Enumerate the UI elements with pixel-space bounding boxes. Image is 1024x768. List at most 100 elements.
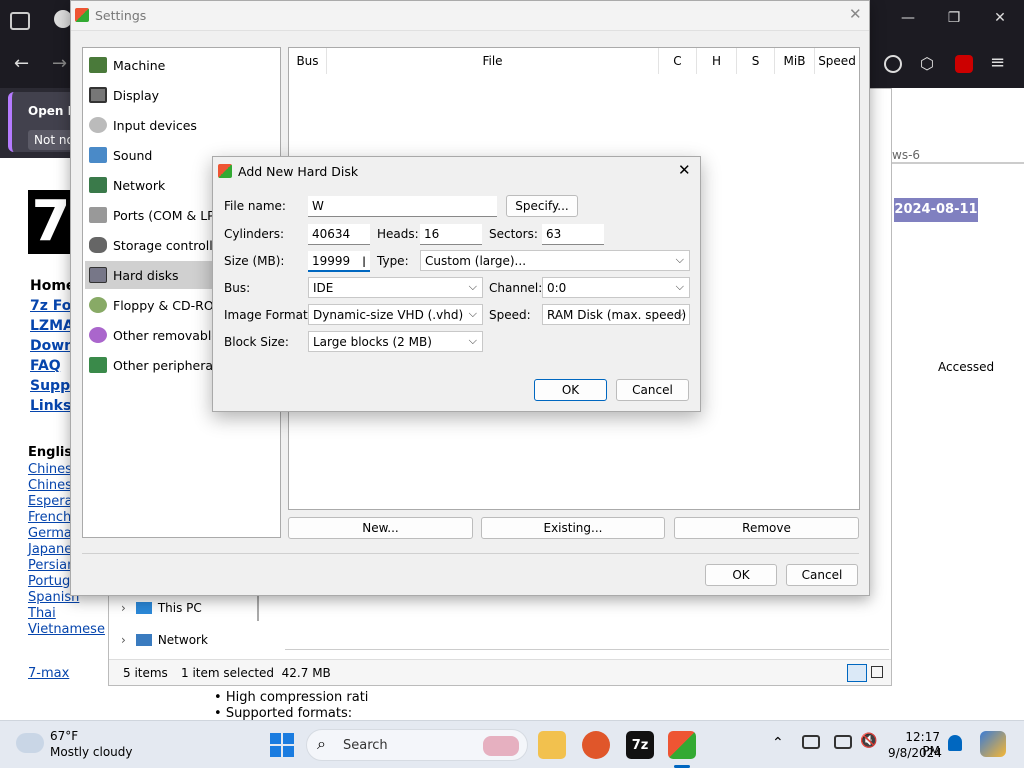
- account-icon[interactable]: [884, 55, 902, 73]
- weather-icon[interactable]: [16, 733, 44, 753]
- accessed-column-header[interactable]: Accessed: [938, 360, 994, 374]
- divider: [892, 162, 1024, 164]
- computer-icon: [135, 602, 152, 614]
- volume-muted-icon[interactable]: 🔇: [860, 733, 877, 749]
- start-icon[interactable]: [270, 733, 294, 757]
- background-window: ws-6 2024-08-11 B B B B Accessed: [870, 88, 1024, 720]
- clock-date[interactable]: 9/8/2024: [888, 746, 942, 760]
- weather-condition[interactable]: Mostly cloudy: [50, 745, 133, 759]
- tiles-view-icon[interactable]: [871, 666, 883, 678]
- weather-temp[interactable]: 67°F: [50, 729, 78, 743]
- sectors-input[interactable]: 63: [542, 224, 604, 245]
- block-size-select[interactable]: Large blocks (2 MB) ⌵: [308, 331, 483, 352]
- copilot-icon[interactable]: [980, 731, 1006, 757]
- status-item-count: 5 items: [123, 666, 168, 680]
- type-select[interactable]: Custom (large)... ⌵: [420, 250, 690, 271]
- column-s[interactable]: S: [737, 48, 775, 74]
- search-box[interactable]: ⌕ Search: [306, 729, 528, 761]
- chevron-down-icon: ⌵: [468, 334, 477, 347]
- chevron-down-icon: ⌵: [468, 280, 477, 293]
- channel-select[interactable]: 0:0 ⌵: [542, 277, 690, 298]
- dialog-close-icon[interactable]: ✕: [678, 161, 691, 179]
- ports-icon: [89, 207, 107, 223]
- lang-link[interactable]: Thai: [28, 606, 105, 622]
- display-tray-icon[interactable]: [802, 735, 820, 749]
- category-input-devices[interactable]: Input devices: [85, 111, 278, 139]
- search-placeholder: Search: [343, 738, 388, 753]
- extensions-icon[interactable]: ⬡: [920, 54, 934, 73]
- heads-label: Heads:: [377, 227, 419, 241]
- file-name-input[interactable]: W: [308, 196, 497, 217]
- app-icon: [218, 164, 232, 178]
- settings-ok-button[interactable]: OK: [705, 564, 777, 586]
- block-size-label: Block Size:: [224, 335, 289, 349]
- speed-select[interactable]: RAM Disk (max. speed) ⌵: [542, 304, 690, 325]
- add-disk-cancel-button[interactable]: Cancel: [616, 379, 689, 401]
- file-name-label: File name:: [224, 199, 286, 213]
- category-machine[interactable]: Machine: [85, 51, 278, 79]
- search-highlight-icon: [483, 736, 519, 756]
- hard-disk-icon: [89, 267, 107, 283]
- image-format-select[interactable]: Dynamic-size VHD (.vhd) ⌵: [308, 304, 483, 325]
- machine-icon: [89, 57, 107, 73]
- horizontal-scrollbar[interactable]: [285, 649, 889, 657]
- network-card-icon: [89, 177, 107, 193]
- sectors-label: Sectors:: [489, 227, 538, 241]
- removable-icon: [89, 327, 107, 343]
- firefox-icon[interactable]: [582, 731, 610, 759]
- lang-link[interactable]: Vietnamese: [28, 622, 105, 638]
- column-bus[interactable]: Bus: [289, 48, 327, 74]
- tree-item-this-pc[interactable]: › This PC: [121, 601, 202, 615]
- category-display[interactable]: Display: [85, 81, 278, 109]
- text-cursor-icon: I: [362, 255, 367, 271]
- status-bar: 5 items 1 item selected 42.7 MB: [109, 659, 891, 685]
- bottom-link[interactable]: 7-max: [28, 666, 69, 681]
- column-h[interactable]: H: [697, 48, 737, 74]
- notification-bell-icon[interactable]: [948, 735, 962, 751]
- file-explorer-icon[interactable]: [538, 731, 566, 759]
- settings-cancel-button[interactable]: Cancel: [786, 564, 858, 586]
- heads-input[interactable]: 16: [420, 224, 482, 245]
- new-disk-button[interactable]: New...: [288, 517, 473, 539]
- column-speed[interactable]: Speed: [815, 48, 859, 74]
- bus-select[interactable]: IDE ⌵: [308, 277, 483, 298]
- language-heading: Englis: [28, 445, 73, 460]
- ublock-icon[interactable]: [955, 55, 973, 73]
- chevron-right-icon[interactable]: ›: [121, 601, 126, 615]
- menu-icon[interactable]: ≡: [990, 52, 1005, 73]
- existing-disk-button[interactable]: Existing...: [481, 517, 665, 539]
- minimize-icon[interactable]: —: [898, 10, 918, 26]
- details-view-icon[interactable]: [847, 664, 867, 682]
- chevron-right-icon[interactable]: ›: [121, 633, 126, 647]
- cylinders-input[interactable]: 40634: [308, 224, 370, 245]
- cylinders-label: Cylinders:: [224, 227, 284, 241]
- feature-list: • High compression rati • Supported form…: [214, 690, 368, 722]
- forward-arrow-icon[interactable]: →: [52, 53, 67, 74]
- emulator-icon[interactable]: [668, 731, 696, 759]
- separator: [82, 553, 859, 554]
- chevron-up-icon[interactable]: ⌃: [772, 735, 784, 751]
- size-label: Size (MB):: [224, 254, 285, 268]
- remove-disk-button[interactable]: Remove: [674, 517, 859, 539]
- network-tray-icon[interactable]: [834, 735, 852, 749]
- chevron-down-icon: ⌵: [675, 280, 684, 293]
- sound-icon: [89, 147, 107, 163]
- settings-close-icon[interactable]: ✕: [849, 5, 862, 23]
- column-file[interactable]: File: [327, 48, 659, 74]
- 7zip-icon[interactable]: 7z: [626, 731, 654, 759]
- column-mib[interactable]: MiB: [775, 48, 815, 74]
- close-window-icon[interactable]: ✕: [990, 10, 1010, 26]
- tree-item-network[interactable]: › Network: [121, 633, 208, 647]
- feature-item: • High compression rati: [214, 690, 369, 705]
- add-disk-ok-button[interactable]: OK: [534, 379, 607, 401]
- specify-button[interactable]: Specify...: [506, 195, 578, 217]
- speed-label: Speed:: [489, 308, 531, 322]
- restore-icon[interactable]: ❐: [944, 10, 964, 26]
- size-input[interactable]: 19999: [308, 251, 370, 272]
- tab-overview-icon[interactable]: [10, 12, 30, 30]
- channel-label: Channel:: [489, 281, 543, 295]
- back-arrow-icon[interactable]: ←: [14, 53, 29, 74]
- column-c[interactable]: C: [659, 48, 697, 74]
- display-icon: [89, 87, 107, 103]
- bus-label: Bus:: [224, 281, 251, 295]
